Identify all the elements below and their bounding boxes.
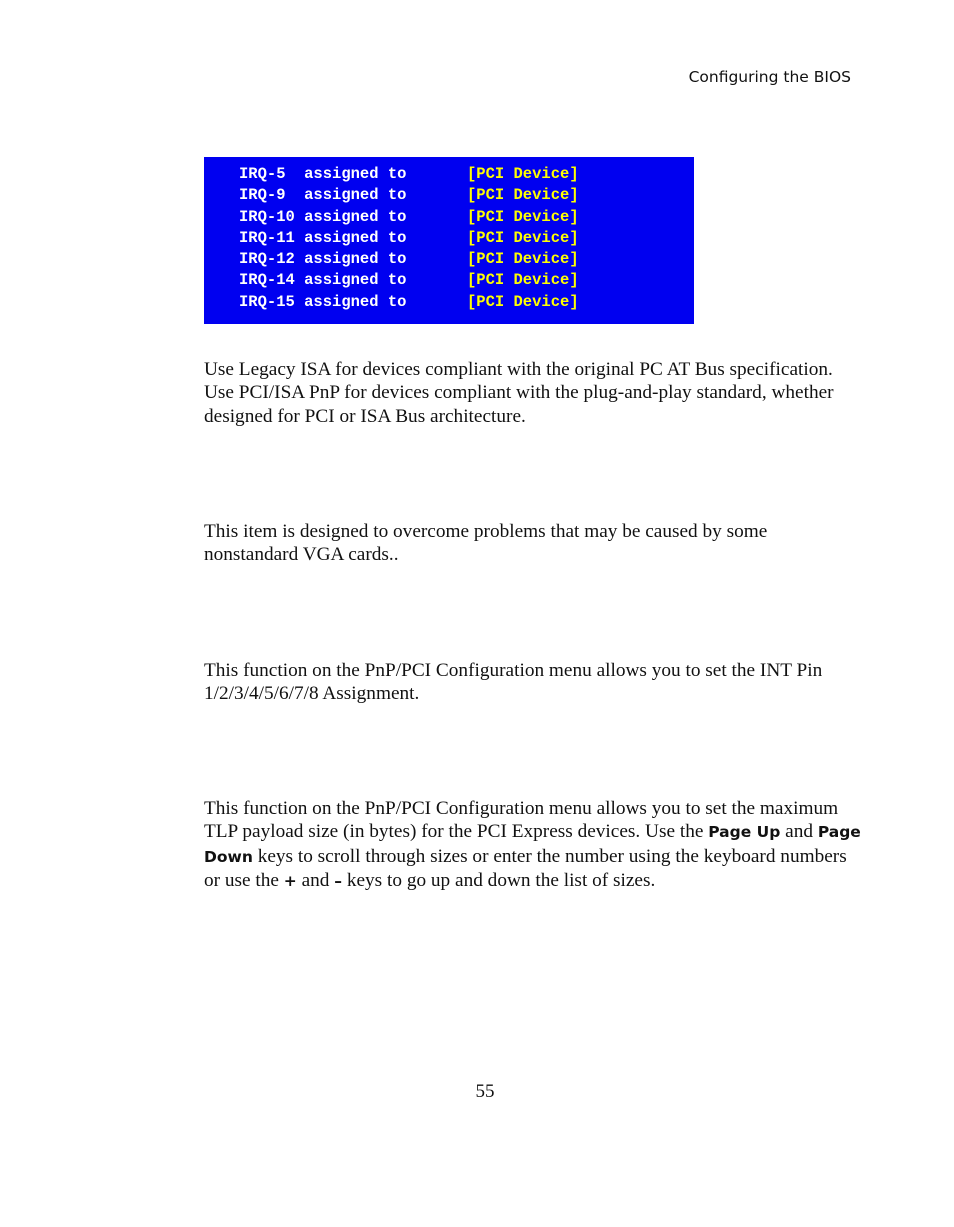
irq-label: IRQ-5 assigned to (239, 165, 407, 183)
tlp-payload-description: This function on the PnP/PCI Configurati… (204, 797, 864, 893)
bios-row: IRQ-5 assigned to [PCI Device] (239, 164, 694, 185)
irq-label: IRQ-11 assigned to (239, 228, 407, 247)
text: and (780, 821, 818, 843)
bios-row: IRQ-9 assigned to [PCI Device] (239, 185, 694, 206)
irq-value: [PCI Device] (467, 228, 579, 247)
irq-value: [PCI Device] (467, 186, 579, 205)
irq-description: Use Legacy ISA for devices compliant wit… (204, 359, 834, 427)
bios-row: IRQ-14 assigned to [PCI Device] (239, 270, 694, 291)
bios-row: IRQ-10 assigned to [PCI Device] (239, 207, 694, 228)
irq-value: [PCI Device] (467, 271, 579, 290)
vga-palette-description: This item is designed to overcome proble… (204, 521, 768, 566)
running-header: Configuring the BIOS (688, 68, 851, 86)
key-page-up: Page Up (708, 823, 781, 842)
bios-row: IRQ-15 assigned to [PCI Device] (239, 292, 694, 313)
text: keys to go up and down the list of sizes… (342, 869, 656, 891)
irq-label: IRQ-9 assigned to (239, 186, 407, 205)
bios-irq-screenshot: IRQ-5 assigned to [PCI Device] IRQ-9 assi… (204, 157, 694, 324)
irq-label: IRQ-14 assigned to (239, 271, 407, 290)
irq-value: [PCI Device] (467, 165, 579, 183)
page-number: 55 (475, 1081, 495, 1102)
bios-row: IRQ-11 assigned to [PCI Device] (239, 228, 694, 249)
irq-value: [PCI Device] (467, 292, 579, 311)
irq-label: IRQ-15 assigned to (239, 292, 407, 311)
key-plus: + (283, 871, 297, 890)
irq-label: IRQ-12 assigned to (239, 250, 407, 269)
irq-label: IRQ-10 assigned to (239, 207, 407, 226)
irq-value: [PCI Device] (467, 250, 579, 269)
key-minus: – (334, 871, 343, 890)
irq-value: [PCI Device] (467, 207, 579, 226)
int-pin-description: This function on the PnP/PCI Configurati… (204, 660, 823, 705)
text: and (296, 869, 335, 891)
bios-row: IRQ-12 assigned to [PCI Device] (239, 249, 694, 270)
